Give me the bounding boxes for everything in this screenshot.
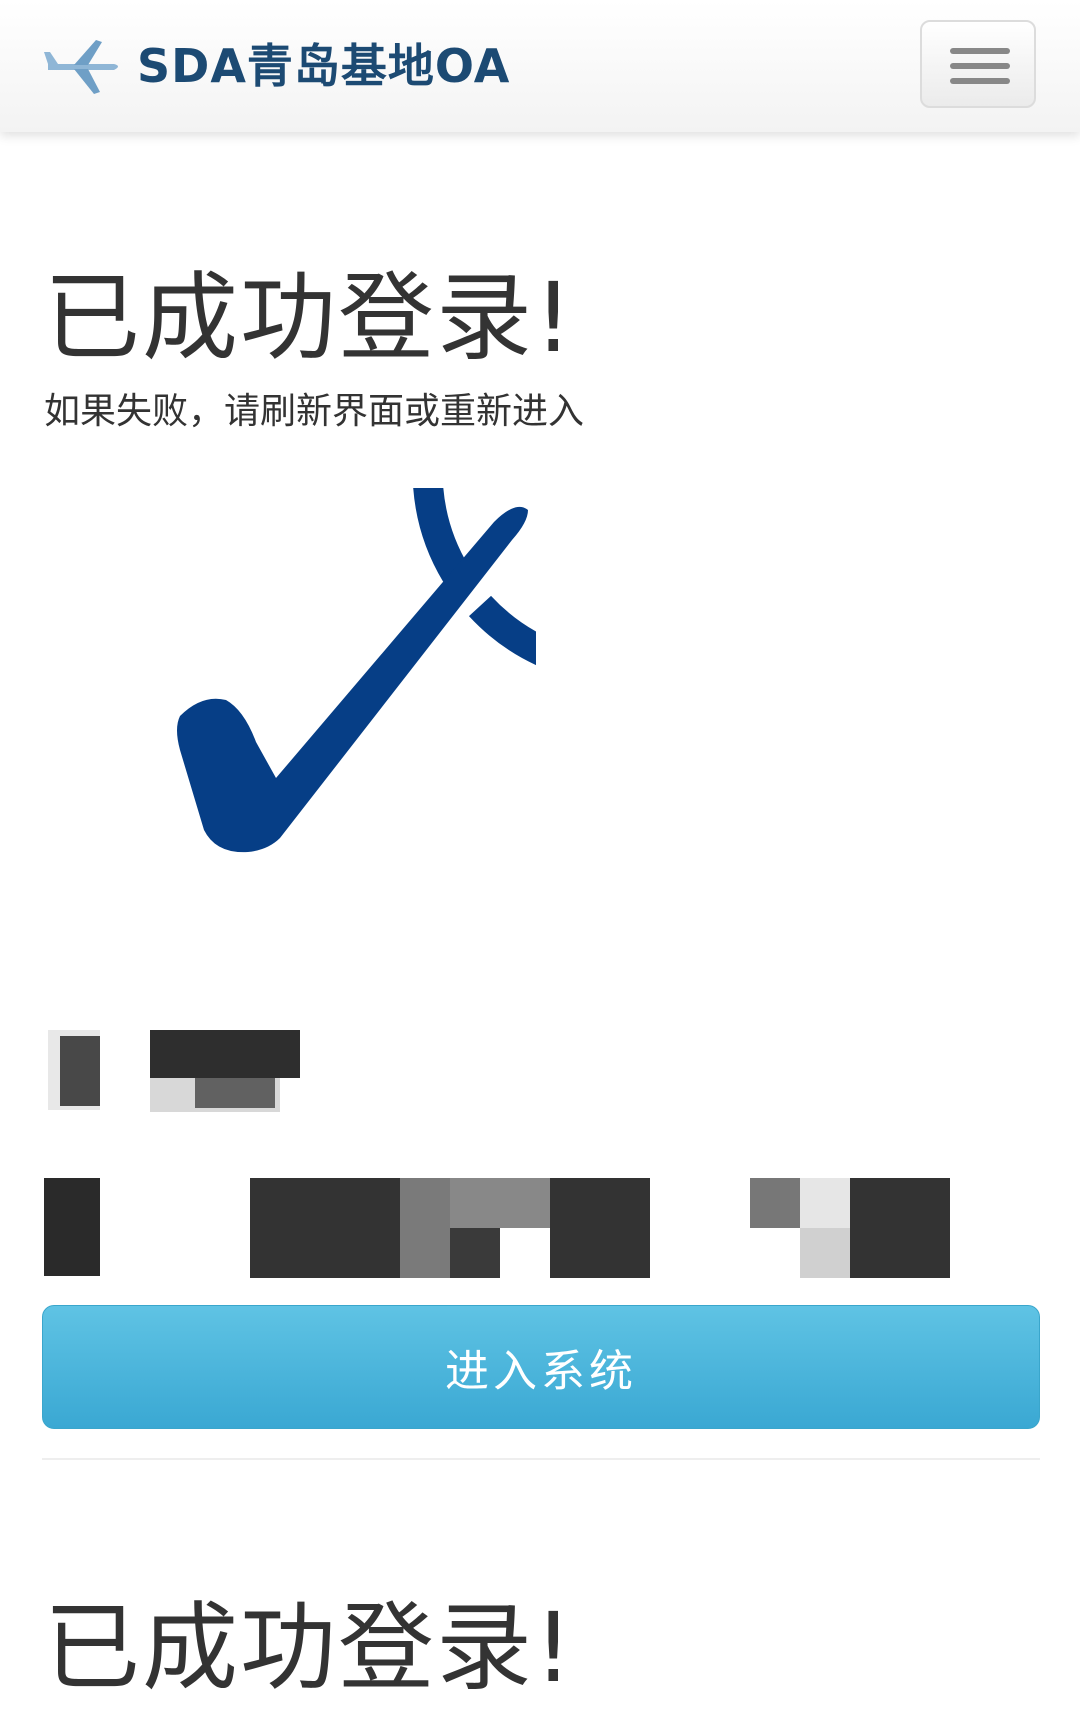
check-circle-icon (177, 488, 536, 853)
enter-system-button[interactable]: 进入系统 (42, 1305, 1040, 1429)
hint-text: 如果失败，请刷新界面或重新进入 (44, 391, 585, 432)
brand-title[interactable]: SDA青岛基地OA (137, 30, 510, 96)
page-title-repeat: 已成功登录! (44, 1592, 575, 1704)
menu-toggle-button[interactable] (920, 20, 1036, 108)
top-navbar: SDA青岛基地OA (0, 0, 1080, 132)
page: SDA青岛基地OA 已成功登录! 如果失败，请刷新界面或重新进入 进入系统 已成… (0, 0, 1080, 1727)
divider (42, 1458, 1040, 1460)
airplane-icon (44, 40, 118, 94)
page-title: 已成功登录! (44, 262, 575, 374)
